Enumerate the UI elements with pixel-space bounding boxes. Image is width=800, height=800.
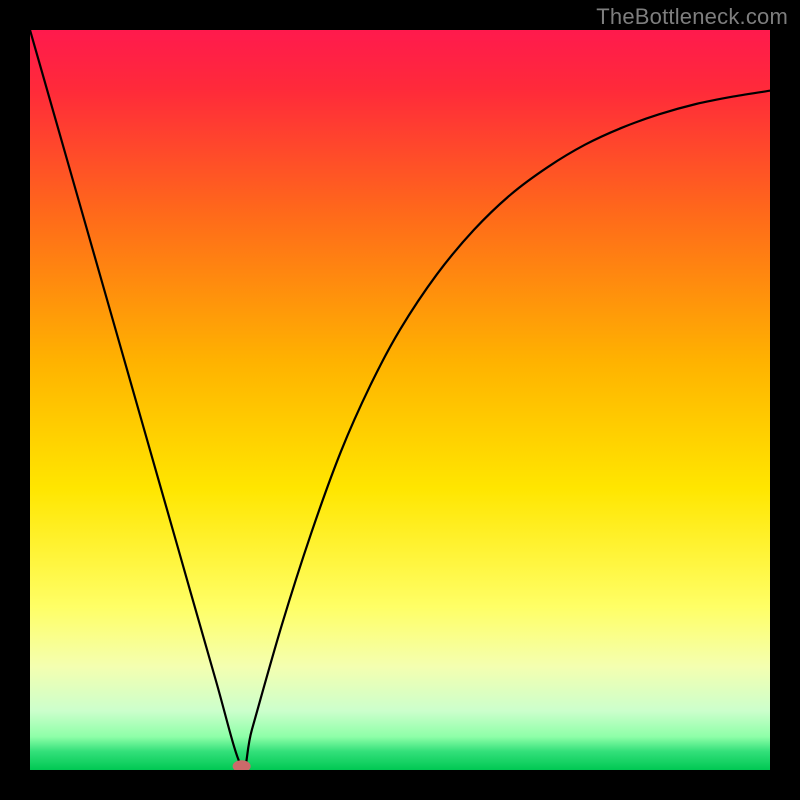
chart-svg [30,30,770,770]
chart-frame: TheBottleneck.com [0,0,800,800]
chart-plot-area [30,30,770,770]
watermark-text: TheBottleneck.com [596,4,788,30]
chart-background [30,30,770,770]
